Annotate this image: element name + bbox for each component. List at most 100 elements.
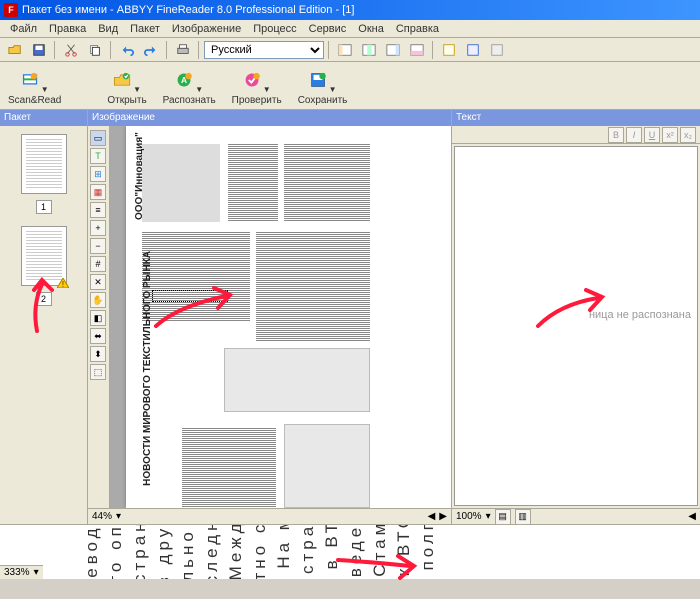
- scroll-left-icon[interactable]: ◀: [688, 511, 696, 522]
- toolbar-main: ▼ Scan&Read ▼ Открыть A▼ Распознать ▼ Пр…: [0, 62, 700, 110]
- main-area: Пакет 1 ! 2 Изображение ▭ T ⊞ ▦ ≡ + − # …: [0, 110, 700, 524]
- panel-text: Текст B I U x² x₂ ница не распознана 100…: [452, 110, 700, 524]
- layout2-icon[interactable]: [358, 40, 380, 60]
- tool-hand-icon[interactable]: ✋: [90, 292, 106, 308]
- tool-remove-icon[interactable]: −: [90, 238, 106, 254]
- tool-table-icon[interactable]: ⊞: [90, 166, 106, 182]
- doc-heading: НОВОСТИ МИРОВОГО ТЕКСТИЛЬНОГО РЫНКА: [142, 251, 154, 486]
- panel-batch: Пакет 1 ! 2: [0, 110, 88, 524]
- panel-batch-header: Пакет: [0, 110, 87, 126]
- tool-text-block-icon[interactable]: T: [90, 148, 106, 164]
- misc3-icon[interactable]: [486, 40, 508, 60]
- thumbnail-list: 1 ! 2: [0, 126, 87, 322]
- image-zoom-value: 44%: [92, 511, 112, 522]
- layout4-icon[interactable]: [406, 40, 428, 60]
- check-button[interactable]: ▼ Проверить: [232, 66, 282, 106]
- scroll-right-icon[interactable]: ▶: [439, 511, 447, 522]
- print-icon[interactable]: [172, 40, 194, 60]
- text-zoom-value: 100%: [456, 511, 482, 522]
- thumb-2-number: 2: [36, 292, 52, 306]
- text-status: 100% ▾ ▤ ▥ ◀: [452, 508, 700, 524]
- misc1-icon[interactable]: [438, 40, 460, 60]
- italic-icon[interactable]: I: [626, 127, 642, 143]
- menu-view[interactable]: Вид: [92, 23, 124, 35]
- recognize-label: Распознать: [163, 95, 216, 106]
- panel-text-header: Текст: [452, 110, 700, 126]
- menu-process[interactable]: Процесс: [247, 23, 302, 35]
- redo-icon[interactable]: [140, 40, 162, 60]
- text-toolbar: B I U x² x₂: [452, 126, 700, 144]
- menubar: Файл Правка Вид Пакет Изображение Процес…: [0, 20, 700, 38]
- text-view2-icon[interactable]: ▥: [515, 509, 531, 525]
- open-icon[interactable]: [4, 40, 26, 60]
- super-icon[interactable]: x²: [662, 127, 678, 143]
- zoom-text-content: евода го опы страна в други льно н следн…: [80, 525, 700, 563]
- save-icon[interactable]: [28, 40, 50, 60]
- tool-barcode-icon[interactable]: ≡: [90, 202, 106, 218]
- zoom-dropdown-icon[interactable]: ▾: [486, 511, 491, 522]
- zoom-dropdown-icon[interactable]: ▾: [116, 511, 121, 522]
- text-viewport[interactable]: ница не распознана: [454, 146, 698, 506]
- recognize-button[interactable]: A▼ Распознать: [163, 66, 216, 106]
- tool-add-icon[interactable]: +: [90, 220, 106, 236]
- undo-icon[interactable]: [116, 40, 138, 60]
- save-big-button[interactable]: ▼ Сохранить: [298, 66, 348, 106]
- menu-tools[interactable]: Сервис: [303, 23, 353, 35]
- image-toolbar: ▭ T ⊞ ▦ ≡ + − # ✕ ✋ ◧ ⬌ ⬍ ⬚: [88, 126, 110, 508]
- tool-merge-icon[interactable]: ⬚: [90, 364, 106, 380]
- sub-icon[interactable]: x₂: [680, 127, 696, 143]
- zoom-strip[interactable]: евода го опы страна в други льно н следн…: [0, 524, 700, 579]
- save-big-label: Сохранить: [298, 95, 348, 106]
- not-recognized-message: ница не распознана: [589, 309, 691, 321]
- app-icon: F: [4, 3, 18, 17]
- menu-windows[interactable]: Окна: [352, 23, 390, 35]
- titlebar: F Пакет без имени - ABBYY FineReader 8.0…: [0, 0, 700, 20]
- language-select[interactable]: Русский: [204, 41, 324, 59]
- tool-split-h-icon[interactable]: ⬌: [90, 328, 106, 344]
- tool-split-v-icon[interactable]: ⬍: [90, 346, 106, 362]
- toolbar-standard: Русский: [0, 38, 700, 62]
- panel-image: Изображение ▭ T ⊞ ▦ ≡ + − # ✕ ✋ ◧ ⬌ ⬍ ⬚: [88, 110, 452, 524]
- menu-image[interactable]: Изображение: [166, 23, 247, 35]
- panel-image-header: Изображение: [88, 110, 451, 126]
- separator: [110, 41, 112, 59]
- tool-picture-icon[interactable]: ▦: [90, 184, 106, 200]
- underline-icon[interactable]: U: [644, 127, 660, 143]
- menu-batch[interactable]: Пакет: [124, 23, 166, 35]
- bold-icon[interactable]: B: [608, 127, 624, 143]
- layout1-icon[interactable]: [334, 40, 356, 60]
- scan-read-button[interactable]: ▼ Scan&Read: [8, 66, 61, 106]
- tool-renumber-icon[interactable]: #: [90, 256, 106, 272]
- cut-icon[interactable]: [60, 40, 82, 60]
- selection-marquee: [152, 290, 228, 302]
- image-status: 44% ▾ ◀ ▶: [88, 508, 451, 524]
- svg-text:!: !: [61, 280, 63, 288]
- scroll-left-icon[interactable]: ◀: [428, 511, 436, 522]
- menu-help[interactable]: Справка: [390, 23, 445, 35]
- copy-icon[interactable]: [84, 40, 106, 60]
- document-page: ООО"Инновация" НОВОСТИ МИРОВОГО ТЕКСТИЛЬ…: [126, 126, 451, 508]
- open-label: Открыть: [107, 95, 146, 106]
- separator: [328, 41, 330, 59]
- tool-pointer-icon[interactable]: ▭: [90, 130, 106, 146]
- zoom-dropdown-icon[interactable]: ▾: [34, 567, 39, 578]
- tool-delete-icon[interactable]: ✕: [90, 274, 106, 290]
- thumb-2[interactable]: !: [21, 226, 67, 286]
- zoom-strip-value: 333%: [4, 567, 30, 578]
- thumb-1[interactable]: [21, 134, 67, 194]
- separator: [432, 41, 434, 59]
- titlebar-text: Пакет без имени - ABBYY FineReader 8.0 P…: [22, 4, 354, 16]
- check-label: Проверить: [232, 95, 282, 106]
- menu-edit[interactable]: Правка: [43, 23, 92, 35]
- menu-file[interactable]: Файл: [4, 23, 43, 35]
- layout3-icon[interactable]: [382, 40, 404, 60]
- warning-icon: !: [57, 278, 69, 288]
- separator: [166, 41, 168, 59]
- text-view1-icon[interactable]: ▤: [495, 509, 511, 525]
- misc2-icon[interactable]: [462, 40, 484, 60]
- image-viewport[interactable]: ООО"Инновация" НОВОСТИ МИРОВОГО ТЕКСТИЛЬ…: [110, 126, 451, 508]
- thumb-1-number: 1: [36, 200, 52, 214]
- tool-eraser-icon[interactable]: ◧: [90, 310, 106, 326]
- doc-logo-text: ООО"Инновация": [134, 150, 146, 220]
- open-button[interactable]: ▼ Открыть: [107, 66, 146, 106]
